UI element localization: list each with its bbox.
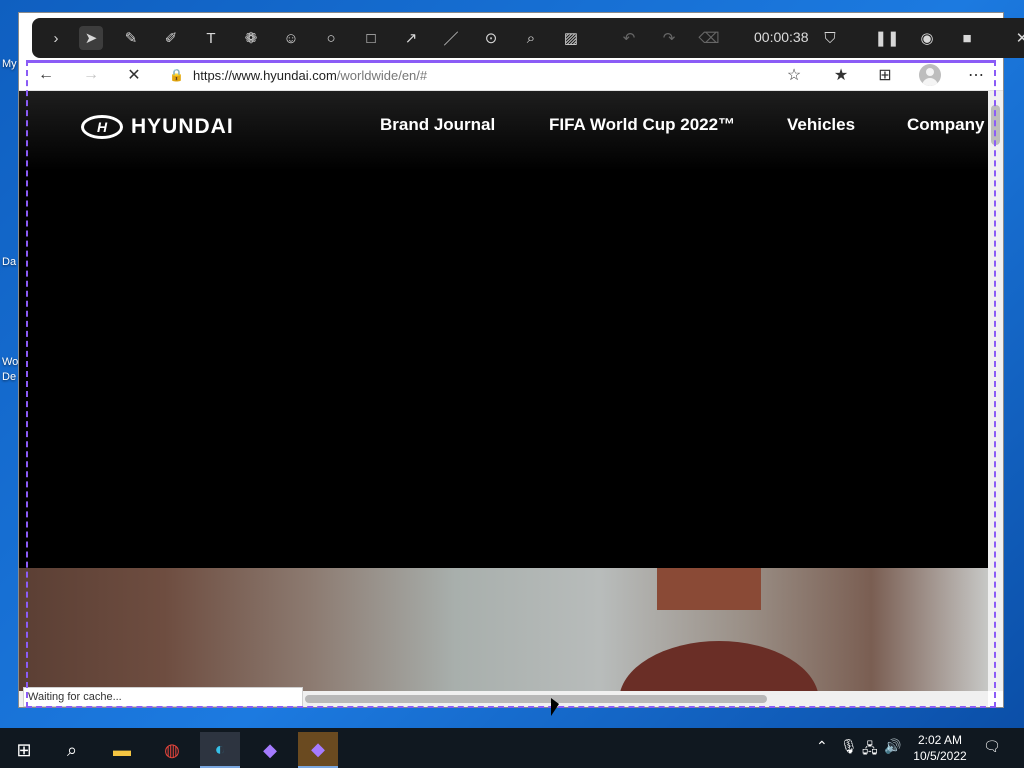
- pen-icon[interactable]: ✎: [119, 26, 143, 50]
- pause-icon[interactable]: ❚❚: [874, 26, 899, 50]
- address-bar: ← → ✕ 🔒 https://www.hyundai.com/worldwid…: [19, 59, 1003, 91]
- file-explorer-icon[interactable]: ▬: [102, 732, 142, 768]
- recorder-app-icon[interactable]: ◆: [250, 732, 290, 768]
- color-icon[interactable]: ❁: [239, 26, 263, 50]
- scroll-thumb[interactable]: [991, 105, 1000, 145]
- favorites-icon[interactable]: ★: [829, 63, 853, 87]
- more-options-icon[interactable]: ⋯: [964, 63, 988, 87]
- hyundai-logo[interactable]: H HYUNDAI: [81, 115, 234, 139]
- notifications-icon[interactable]: 🗨: [983, 738, 1001, 755]
- focus-icon[interactable]: ⊙: [479, 26, 503, 50]
- taskbar: ⊞ ⌕ ▬ ◍ ◐ ◆ ◆ ⌃ 🎙 🖧 🔊 2:02 AM 10/5/2022 …: [0, 728, 1024, 768]
- clock-date: 10/5/2022: [913, 749, 967, 763]
- capture-selection-edge: [26, 60, 996, 63]
- network-icon[interactable]: 🖧: [862, 738, 878, 762]
- web-page: H HYUNDAI Brand Journal FIFA World Cup 2…: [19, 91, 988, 691]
- lock-icon: 🔒: [169, 68, 184, 82]
- profile-avatar[interactable]: [919, 64, 941, 86]
- recorder-app-icon[interactable]: ◆: [298, 732, 338, 768]
- url-field[interactable]: 🔒 https://www.hyundai.com/worldwide/en/#: [169, 63, 779, 87]
- vertical-scrollbar[interactable]: [988, 91, 1003, 691]
- hero-image: [19, 568, 988, 691]
- desktop-icon-label[interactable]: My: [2, 58, 17, 70]
- stop-loading-icon[interactable]: ✕: [122, 63, 146, 87]
- text-icon[interactable]: T: [199, 26, 223, 50]
- select-icon[interactable]: ➤: [79, 26, 103, 50]
- magnifier-icon[interactable]: ⌕: [519, 26, 543, 50]
- taskbar-clock[interactable]: 2:02 AM 10/5/2022: [905, 732, 975, 764]
- clock-time: 2:02 AM: [917, 733, 963, 747]
- volume-icon[interactable]: 🔊: [884, 738, 901, 755]
- nav-vehicles[interactable]: Vehicles: [787, 115, 855, 135]
- arrow-icon[interactable]: ↗: [399, 26, 423, 50]
- scroll-thumb[interactable]: [305, 695, 767, 703]
- desktop-icon-label[interactable]: Da: [2, 256, 16, 268]
- stop-icon[interactable]: ■: [955, 26, 979, 50]
- eraser-icon[interactable]: ⌫: [697, 26, 721, 50]
- nav-company[interactable]: Company: [907, 115, 984, 135]
- chrome-icon[interactable]: ◍: [152, 732, 192, 768]
- collections-icon[interactable]: ⊞: [873, 63, 897, 87]
- desktop-icon-label[interactable]: De: [2, 371, 16, 383]
- close-icon[interactable]: ✕: [1010, 26, 1024, 50]
- add-favorite-icon[interactable]: ☆: [782, 63, 806, 87]
- emoji-icon[interactable]: ☺: [279, 26, 303, 50]
- nav-brand-journal[interactable]: Brand Journal: [380, 115, 495, 135]
- url-path: /worldwide/en/#: [336, 67, 428, 83]
- line-icon[interactable]: ／: [439, 26, 463, 50]
- url-host: https://www.hyundai.com: [193, 67, 337, 83]
- circle-icon[interactable]: ○: [319, 26, 343, 50]
- search-icon[interactable]: ⌕: [52, 732, 92, 768]
- nav-fifa-world-cup[interactable]: FIFA World Cup 2022™: [549, 115, 735, 135]
- forward-icon[interactable]: →: [79, 63, 103, 87]
- browser-window: ← → ✕ 🔒 https://www.hyundai.com/worldwid…: [18, 12, 1004, 708]
- blur-icon[interactable]: ▨: [559, 26, 583, 50]
- pin-icon[interactable]: ⛉: [818, 26, 842, 50]
- logo-text: HYUNDAI: [131, 115, 234, 138]
- redo-icon[interactable]: ↷: [657, 26, 681, 50]
- microphone-icon[interactable]: 🎙: [840, 738, 858, 755]
- capture-toolbar: › ➤ ✎ ✐ T ❁ ☺ ○ □ ↗ ／ ⊙ ⌕ ▨ ↶ ↷ ⌫ 00:00:…: [32, 18, 1024, 58]
- site-header: H HYUNDAI Brand Journal FIFA World Cup 2…: [19, 91, 988, 171]
- back-icon[interactable]: ←: [34, 63, 58, 87]
- recording-timer: 00:00:38: [754, 29, 809, 45]
- edge-icon[interactable]: ◐: [200, 732, 240, 768]
- expand-icon[interactable]: ›: [44, 26, 68, 50]
- undo-icon[interactable]: ↶: [617, 26, 641, 50]
- start-button[interactable]: ⊞: [4, 732, 44, 768]
- rectangle-icon[interactable]: □: [359, 26, 383, 50]
- webcam-icon[interactable]: ◉: [915, 26, 939, 50]
- chevron-up-icon[interactable]: ⌃: [816, 738, 828, 755]
- desktop-icon-label[interactable]: Wo: [2, 356, 18, 368]
- mouse-cursor: [551, 698, 559, 716]
- highlighter-icon[interactable]: ✐: [159, 26, 183, 50]
- hero-image-detail: [657, 568, 761, 610]
- status-text: Waiting for cache...: [23, 687, 303, 707]
- hyundai-emblem-icon: H: [81, 115, 123, 139]
